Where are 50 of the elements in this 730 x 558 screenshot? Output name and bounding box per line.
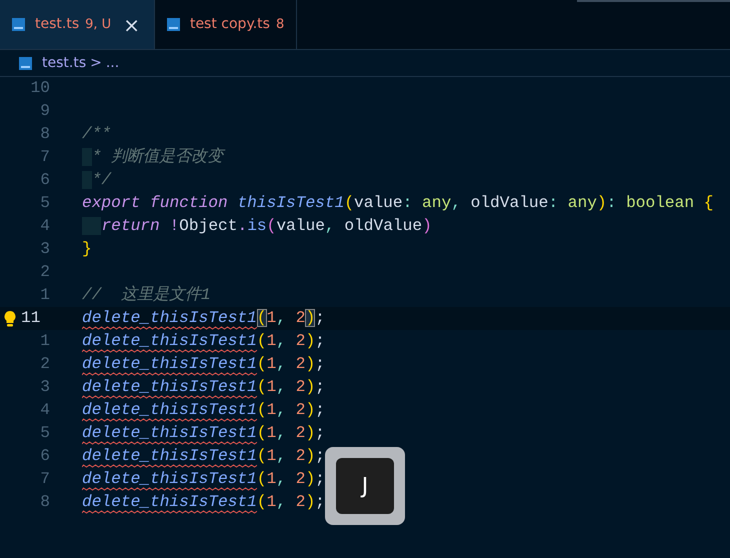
code-line: } — [82, 239, 92, 260]
breadcrumb-item[interactable]: ... — [106, 52, 120, 74]
line-number: 5 — [40, 423, 50, 444]
code-line: delete_thisIsTest1(1, 2); — [82, 308, 325, 329]
line-number: 1 — [40, 285, 50, 306]
line-number: 6 — [40, 446, 50, 467]
line-number: 1 — [40, 331, 50, 352]
code-line: delete_thisIsTest1(1, 2); — [82, 469, 325, 490]
line-number: 5 — [40, 193, 50, 214]
editor-tab[interactable]: test.ts 9, U × — [0, 0, 155, 49]
typescript-file-icon — [12, 18, 25, 31]
code-line: delete_thisIsTest1(1, 2); — [82, 377, 325, 398]
typescript-file-icon — [166, 18, 180, 31]
line-number: 2 — [40, 262, 50, 283]
line-number: 7 — [40, 469, 50, 490]
line-number: 2 — [40, 354, 50, 375]
problem-count: 9, U — [85, 16, 112, 34]
line-number: 8 — [40, 492, 50, 513]
tab-label: test copy.ts — [190, 15, 270, 34]
breadcrumb-item[interactable]: test.ts — [42, 52, 86, 74]
code-line: delete_thisIsTest1(1, 2); — [82, 354, 325, 375]
lightbulb-icon[interactable] — [3, 311, 17, 327]
breadcrumb-separator: > — [90, 54, 102, 72]
code-line: // 这里是文件1 — [82, 284, 211, 306]
line-number: 6 — [40, 170, 50, 191]
code-line: delete_thisIsTest1(1, 2); — [82, 423, 325, 444]
code-line: * 判断值是否改变 — [82, 146, 224, 169]
line-number: 4 — [40, 216, 50, 237]
tab-label: test.ts — [35, 15, 80, 34]
line-number: 8 — [40, 124, 50, 145]
editor-tab[interactable]: test copy.ts 8 — [154, 0, 298, 49]
code-line: */ — [82, 169, 112, 192]
line-number: 7 — [40, 147, 50, 168]
problem-count: 8 — [276, 16, 284, 34]
line-number: 10 — [30, 78, 50, 99]
line-number: 9 — [40, 101, 50, 122]
typescript-file-icon — [19, 56, 32, 70]
line-number: 4 — [40, 400, 50, 421]
line-number: 3 — [40, 377, 50, 398]
code-line: return !Object.is(value, oldValue) — [82, 215, 432, 238]
close-button[interactable]: × — [121, 14, 142, 34]
key-cap: J — [336, 458, 394, 514]
code-line: delete_thisIsTest1(1, 2); — [82, 446, 325, 467]
code-line: /** — [82, 124, 112, 145]
code-line: export function thisIsTest1(value: any, oldValue: any): boolean { — [82, 193, 714, 214]
code-line: delete_thisIsTest1(1, 2); — [82, 400, 325, 421]
line-number: 11 — [21, 308, 40, 329]
line-number: 3 — [40, 239, 50, 260]
code-line: delete_thisIsTest1(1, 2); — [82, 492, 325, 513]
code-line: delete_thisIsTest1(1, 2); — [82, 331, 325, 352]
